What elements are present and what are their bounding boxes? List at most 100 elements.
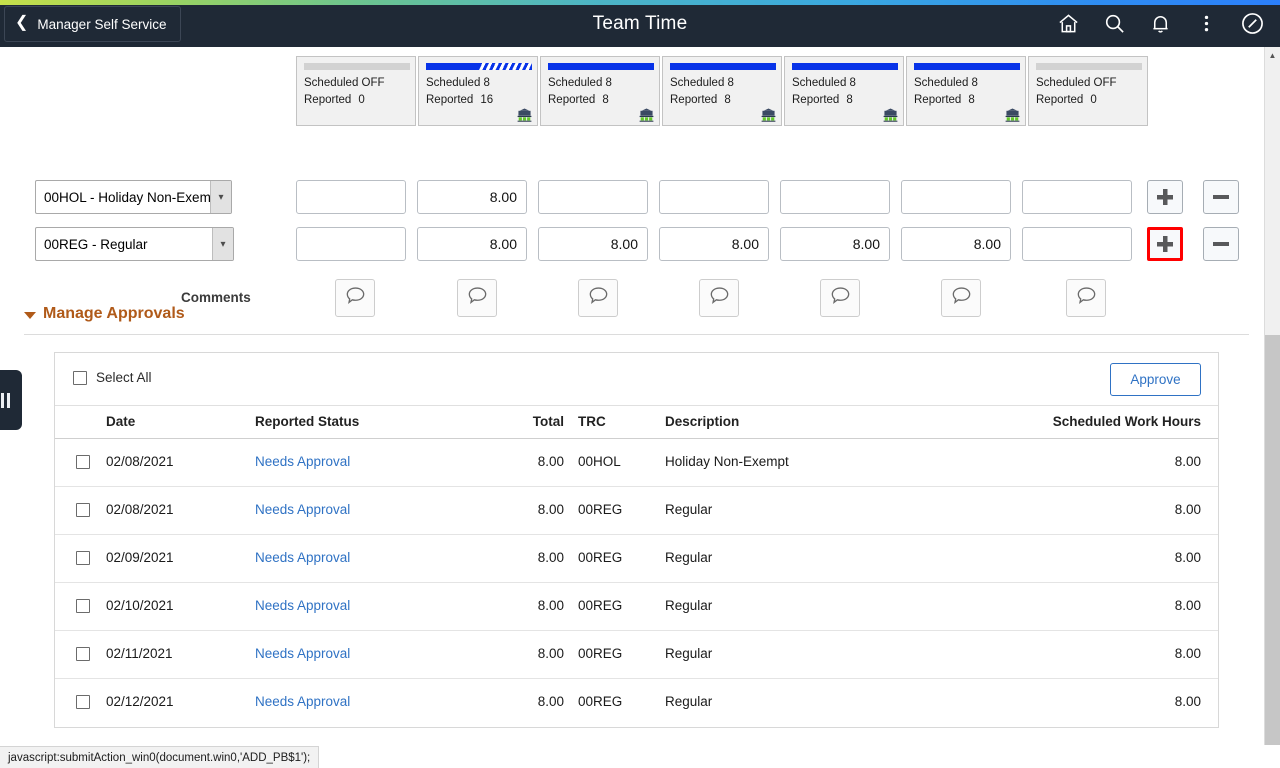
cell-total: 8.00	[537, 598, 564, 613]
caret-down-icon	[24, 312, 36, 319]
cell-reported-status-link[interactable]: Needs Approval	[255, 598, 350, 613]
day-summary-card[interactable]: Scheduled 8 Reported 8	[906, 56, 1026, 126]
brand-gradient-strip	[0, 0, 1280, 5]
column-header-date: Date	[106, 414, 136, 429]
cell-total: 8.00	[537, 550, 564, 565]
day-summary-card[interactable]: Scheduled 8 Reported 8	[662, 56, 782, 126]
add-row-button[interactable]	[1147, 180, 1183, 214]
remove-row-button[interactable]	[1203, 180, 1239, 214]
actions-kebab-icon[interactable]	[1186, 4, 1226, 44]
hours-input-day-7[interactable]	[1022, 227, 1132, 261]
back-to-manager-self-service-button[interactable]: ❮ Manager Self Service	[4, 6, 182, 42]
table-row[interactable]: 02/08/2021 Needs Approval 8.00 00REG Regular…	[55, 487, 1218, 535]
cell-description: Regular	[665, 598, 713, 613]
trc-row: 00HOL - Holiday Non-Exempt ▾ 8.00	[0, 180, 1264, 214]
navbar-compass-icon[interactable]	[1232, 4, 1272, 44]
cell-reported-status-link[interactable]: Needs Approval	[255, 502, 350, 517]
cell-total: 8.00	[537, 694, 564, 709]
column-header-reported-status: Reported Status	[255, 414, 360, 429]
hours-input-day-7[interactable]	[1022, 180, 1132, 214]
table-row[interactable]: 02/10/2021 Needs Approval 8.00 00REG Regular…	[55, 583, 1218, 631]
day-summary-card[interactable]: Scheduled 8 Reported 16	[418, 56, 538, 126]
manage-approvals-section-toggle[interactable]: Manage Approvals	[24, 305, 1249, 335]
cell-reported-status-link[interactable]: Needs Approval	[255, 694, 350, 709]
workplace-building-icon[interactable]	[1005, 108, 1020, 122]
cell-date: 02/12/2021	[106, 694, 174, 709]
cell-scheduled-work-hours: 8.00	[1174, 502, 1201, 517]
hours-input-day-3[interactable]: 8.00	[538, 227, 648, 261]
hours-input-day-4[interactable]	[659, 180, 769, 214]
reported-value: 8	[968, 94, 975, 106]
collapse-panel-handle[interactable]	[0, 370, 22, 430]
reported-line: Reported 0	[304, 94, 365, 106]
cell-reported-status-link[interactable]: Needs Approval	[255, 646, 350, 661]
add-row-button[interactable]	[1147, 227, 1183, 261]
hours-input-day-5[interactable]	[780, 180, 890, 214]
cell-total: 8.00	[537, 502, 564, 517]
reported-line: Reported 8	[792, 94, 853, 106]
row-select-checkbox[interactable]	[76, 551, 90, 565]
reported-line: Reported 0	[1036, 94, 1097, 106]
row-select-checkbox[interactable]	[76, 503, 90, 517]
trc-select-holiday[interactable]: 00HOL - Holiday Non-Exempt ▾	[35, 180, 232, 214]
scheduled-label: Scheduled 8	[914, 77, 978, 89]
trc-select-regular[interactable]: 00REG - Regular ▾	[35, 227, 234, 261]
table-row[interactable]: 02/12/2021 Needs Approval 8.00 00REG Regular…	[55, 679, 1218, 727]
home-icon[interactable]	[1048, 4, 1088, 44]
hours-input-day-3[interactable]	[538, 180, 648, 214]
hours-input-day-4[interactable]: 8.00	[659, 227, 769, 261]
reported-line: Reported 8	[914, 94, 975, 106]
row-select-checkbox[interactable]	[76, 647, 90, 661]
minus-icon	[1213, 241, 1229, 247]
cell-reported-status-link[interactable]: Needs Approval	[255, 454, 350, 469]
select-all-checkbox[interactable]	[73, 370, 87, 385]
column-header-trc: TRC	[578, 414, 606, 429]
cell-date: 02/08/2021	[106, 454, 174, 469]
cell-date: 02/08/2021	[106, 502, 174, 517]
manage-approvals-panel: Select All Approve Date Reported Status …	[54, 352, 1219, 728]
select-all-control[interactable]: Select All	[73, 370, 152, 385]
vertical-scrollbar[interactable]: ▲	[1264, 47, 1280, 745]
workplace-building-icon[interactable]	[883, 108, 898, 122]
day-summary-card[interactable]: Scheduled OFF Reported 0	[296, 56, 416, 126]
cell-reported-status-link[interactable]: Needs Approval	[255, 550, 350, 565]
day-summary-card[interactable]: Scheduled OFF Reported 0	[1028, 56, 1148, 126]
hours-input-day-5[interactable]: 8.00	[780, 227, 890, 261]
hours-input-day-2[interactable]: 8.00	[417, 180, 527, 214]
workplace-building-icon[interactable]	[639, 108, 654, 122]
cell-scheduled-work-hours: 8.00	[1174, 694, 1201, 709]
workplace-building-icon[interactable]	[517, 108, 532, 122]
row-select-checkbox[interactable]	[76, 455, 90, 469]
reported-line: Reported 16	[426, 94, 494, 106]
approvals-table-header: Date Reported Status Total TRC Descripti…	[55, 406, 1218, 439]
scroll-up-arrow-icon[interactable]: ▲	[1265, 47, 1280, 64]
trc-select-label: 00REG - Regular	[44, 236, 148, 252]
cell-scheduled-work-hours: 8.00	[1174, 454, 1201, 469]
trc-row: 00REG - Regular ▾ 8.00 8.00 8.00 8.00 8.…	[0, 227, 1264, 261]
table-row[interactable]: 02/09/2021 Needs Approval 8.00 00REG Regular…	[55, 535, 1218, 583]
hours-input-day-2[interactable]: 8.00	[417, 227, 527, 261]
hours-input-day-6[interactable]	[901, 180, 1011, 214]
approve-button[interactable]: Approve	[1110, 363, 1201, 396]
day-progress-bar	[670, 63, 776, 70]
scrollbar-thumb[interactable]	[1265, 335, 1280, 745]
scheduled-label: Scheduled OFF	[1036, 77, 1117, 89]
hours-input-day-1[interactable]	[296, 180, 406, 214]
row-select-checkbox[interactable]	[76, 599, 90, 613]
hours-input-day-6[interactable]: 8.00	[901, 227, 1011, 261]
day-progress-bar	[548, 63, 654, 70]
notifications-bell-icon[interactable]	[1140, 4, 1180, 44]
cell-date: 02/10/2021	[106, 598, 174, 613]
hours-input-day-1[interactable]	[296, 227, 406, 261]
status-bar-text: javascript:submitAction_win0(document.wi…	[8, 751, 311, 764]
search-icon[interactable]	[1094, 4, 1134, 44]
reported-value: 8	[602, 94, 609, 106]
reported-value: 8	[724, 94, 731, 106]
row-select-checkbox[interactable]	[76, 695, 90, 709]
day-summary-card[interactable]: Scheduled 8 Reported 8	[784, 56, 904, 126]
workplace-building-icon[interactable]	[761, 108, 776, 122]
day-summary-card[interactable]: Scheduled 8 Reported 8	[540, 56, 660, 126]
remove-row-button[interactable]	[1203, 227, 1239, 261]
table-row[interactable]: 02/08/2021 Needs Approval 8.00 00HOL Holiday…	[55, 439, 1218, 487]
table-row[interactable]: 02/11/2021 Needs Approval 8.00 00REG Regular…	[55, 631, 1218, 679]
